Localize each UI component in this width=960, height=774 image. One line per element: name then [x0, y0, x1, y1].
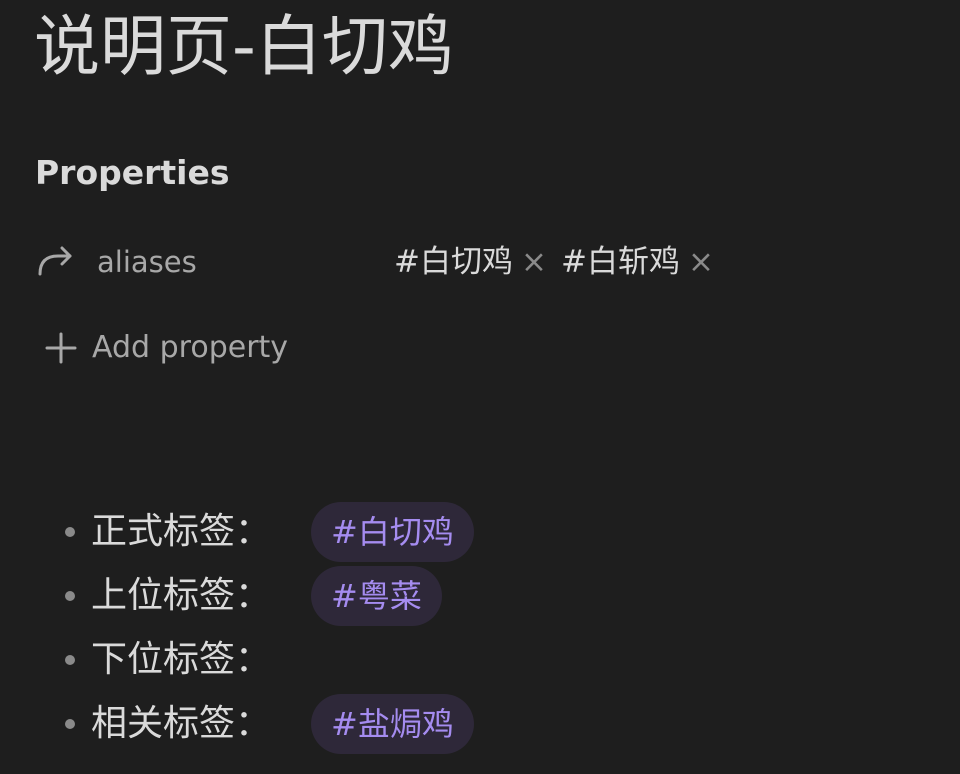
- plus-icon: [45, 332, 77, 364]
- property-row-aliases: aliases #白切鸡 × #白斩鸡 ×: [36, 240, 756, 284]
- link-arrow-icon[interactable]: [36, 244, 76, 280]
- bullet-dot: [65, 591, 75, 601]
- alias-pill[interactable]: #白斩鸡 ×: [561, 240, 714, 284]
- tag-bullet-list: 正式标签： #白切鸡 上位标签： #粤菜 下位标签： 相关标签： #盐焗鸡: [60, 500, 474, 756]
- tag-pill[interactable]: #粤菜: [311, 566, 442, 626]
- alias-text[interactable]: #白切鸡: [394, 240, 513, 284]
- list-item: 正式标签： #白切鸡: [60, 500, 474, 564]
- list-item: 相关标签： #盐焗鸡: [60, 692, 474, 756]
- list-item: 下位标签：: [60, 628, 474, 692]
- bullet-dot: [65, 719, 75, 729]
- remove-alias-icon[interactable]: ×: [688, 240, 714, 284]
- bullet-dot: [65, 655, 75, 665]
- alias-text[interactable]: #白斩鸡: [561, 240, 680, 284]
- alias-value-list: #白切鸡 × #白斩鸡 ×: [394, 240, 728, 284]
- bullet-label: 相关标签：: [91, 703, 272, 744]
- list-item: 上位标签： #粤菜: [60, 564, 474, 628]
- note-page: 说明页-白切鸡 Properties aliases #白切鸡 × #白斩鸡 ×…: [0, 0, 960, 774]
- remove-alias-icon[interactable]: ×: [521, 240, 547, 284]
- tag-pill[interactable]: #盐焗鸡: [311, 694, 474, 754]
- property-key-aliases[interactable]: aliases: [97, 240, 197, 284]
- bullet-dot: [65, 527, 75, 537]
- bullet-label: 上位标签：: [91, 575, 272, 616]
- bullet-label: 正式标签：: [91, 511, 272, 552]
- add-property-label: Add property: [92, 330, 289, 365]
- properties-heading[interactable]: Properties: [35, 151, 230, 195]
- note-title[interactable]: 说明页-白切鸡: [34, 4, 454, 90]
- alias-pill[interactable]: #白切鸡 ×: [394, 240, 547, 284]
- bullet-label: 下位标签：: [91, 639, 272, 680]
- add-property-button[interactable]: Add property: [44, 326, 288, 370]
- tag-pill[interactable]: #白切鸡: [311, 502, 474, 562]
